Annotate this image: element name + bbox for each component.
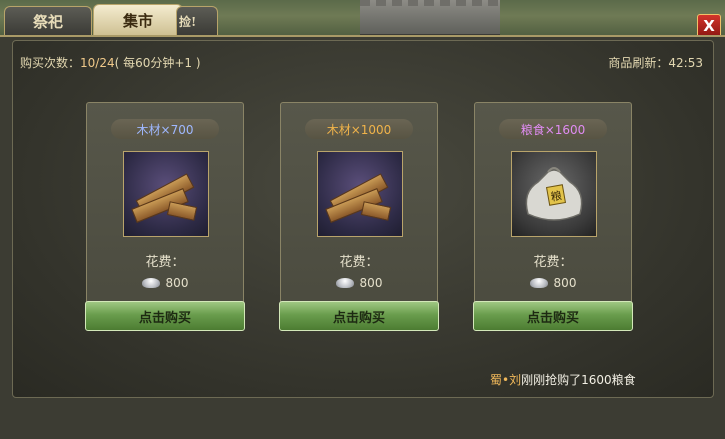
- grain-sack-graphic: 粮: [525, 167, 583, 221]
- feed-player-name: 蜀•刘: [490, 373, 522, 387]
- cost-label: 花费：: [145, 255, 185, 270]
- item-card-wood-700: 木材×700 花费： 800 点击购买: [85, 102, 245, 331]
- cost-label: 花费：: [533, 255, 573, 270]
- city-wall-scenery: [360, 0, 500, 36]
- purchase-count-label: 购买次数：: [20, 56, 81, 70]
- purchase-count-value: 10/24: [80, 56, 115, 70]
- buy-button[interactable]: 点击购买: [473, 301, 633, 331]
- refresh-timer: 商品刷新：42:53: [608, 54, 703, 71]
- purchase-count: 购买次数：10/24( 每60分钟+1 ): [20, 54, 201, 71]
- item-name: 粮食×1600: [499, 119, 607, 139]
- tab-partial[interactable]: 捡!: [176, 6, 218, 35]
- wood-icon: [317, 151, 403, 237]
- buy-button[interactable]: 点击购买: [85, 301, 245, 331]
- tab-sacrifice[interactable]: 祭祀: [4, 6, 92, 35]
- buy-button[interactable]: 点击购买: [279, 301, 439, 331]
- item-card-wood-1000: 木材×1000 花费： 800 点击购买: [279, 102, 439, 331]
- item-name: 木材×700: [111, 119, 219, 139]
- purchase-feed: 蜀•刘刚刚抢购了1600粮食: [490, 371, 636, 388]
- tab-market[interactable]: 集市: [93, 4, 183, 36]
- cost-label: 花费：: [339, 255, 379, 270]
- refresh-time: 42:53: [668, 56, 703, 70]
- item-name: 木材×1000: [305, 119, 413, 139]
- silver-ingot-icon: [141, 278, 160, 288]
- price-value: 800: [359, 276, 383, 290]
- silver-ingot-icon: [335, 278, 354, 288]
- grain-sack-icon: 粮: [511, 151, 597, 237]
- price-value: 800: [553, 276, 577, 290]
- refresh-label: 商品刷新：: [608, 56, 669, 70]
- price: 800: [87, 276, 243, 290]
- price-value: 800: [165, 276, 189, 290]
- wood-icon: [123, 151, 209, 237]
- feed-message: 刚刚抢购了1600粮食: [521, 373, 636, 387]
- price: 800: [475, 276, 631, 290]
- item-card-grain-1600: 粮食×1600 粮 花费： 800 点击购买: [473, 102, 633, 331]
- purchase-count-note: ( 每60分钟+1 ): [114, 56, 201, 70]
- price: 800: [281, 276, 437, 290]
- silver-ingot-icon: [529, 278, 548, 288]
